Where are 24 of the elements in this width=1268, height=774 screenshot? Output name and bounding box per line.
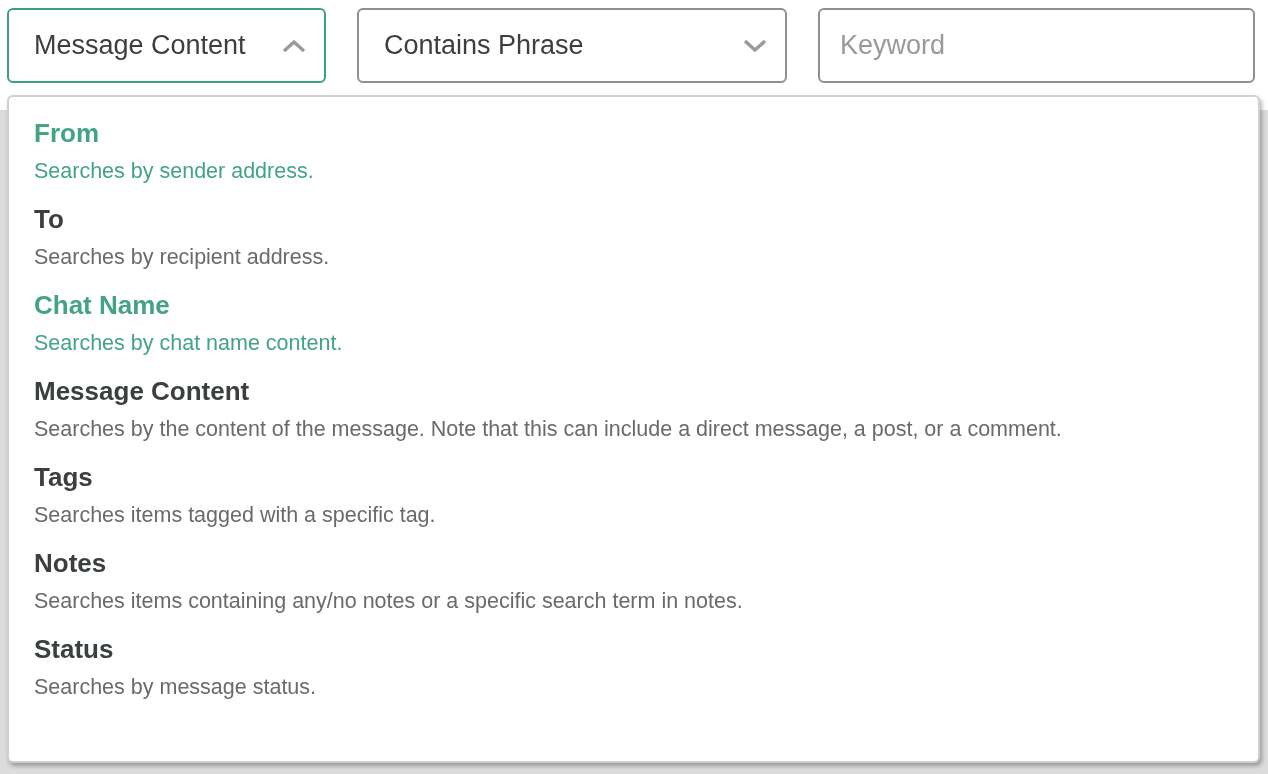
option-description: Searches by recipient address.: [34, 244, 331, 271]
option-title: Tags: [34, 461, 94, 494]
chevron-down-icon: [743, 38, 767, 53]
chevron-up-icon: [282, 38, 306, 53]
option-title: To: [34, 203, 65, 236]
option-title: Message Content: [34, 375, 251, 408]
dropdown-option[interactable]: To Searches by recipient address.: [34, 201, 1258, 274]
option-title: From: [34, 117, 100, 150]
dropdown-option[interactable]: Notes Searches items containing any/no notes or a specific search term in notes.: [34, 545, 1258, 618]
option-description: Searches by chat name content.: [34, 330, 344, 357]
option-description: Searches by message status.: [34, 674, 318, 701]
keyword-input-field[interactable]: Keyword: [818, 8, 1255, 83]
select-field[interactable]: Contains Phrase: [357, 8, 787, 83]
option-description: Searches by sender address.: [34, 158, 315, 185]
select-field[interactable]: Message Content: [7, 8, 326, 83]
option-title: Chat Name: [34, 289, 171, 322]
option-description: Searches items containing any/no notes or a specific search term in notes.: [34, 588, 744, 615]
dropdown-option[interactable]: Status Searches by message status.: [34, 631, 1258, 704]
dropdown-option[interactable]: Tags Searches items tagged with a specific tag.: [34, 459, 1258, 532]
option-title: Notes: [34, 547, 108, 580]
option-title: Status: [34, 633, 115, 666]
option-description: Searches items tagged with a specific tag.: [34, 502, 437, 529]
option-description: Searches by the content of the message. Note that this can include a direct message, a post, or a comment.: [34, 416, 1063, 443]
dropdown-option[interactable]: Message Content Searches by the content of the message. Note that this can include a direct message, a post, or a comment.: [34, 373, 1258, 446]
